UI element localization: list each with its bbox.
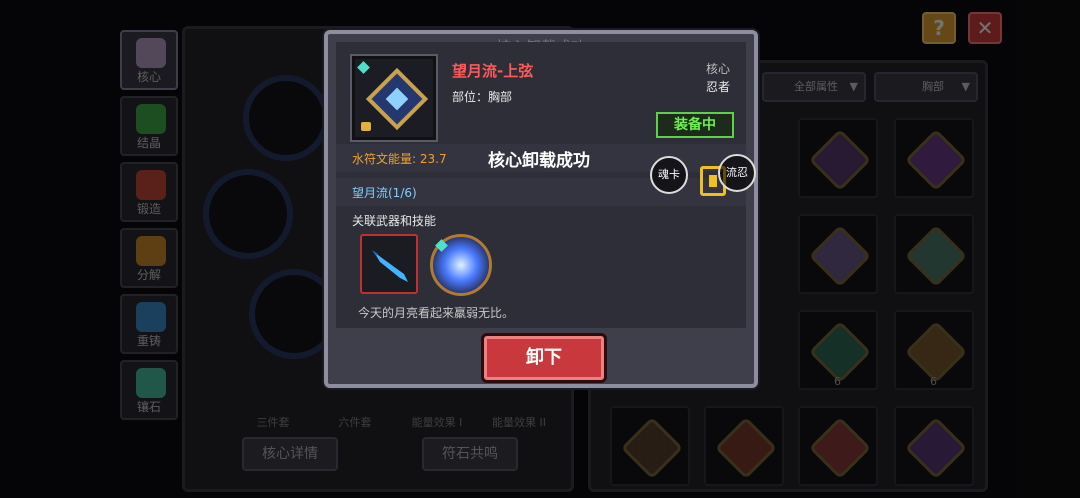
core-gem-icon xyxy=(714,416,778,480)
inlay-icon xyxy=(136,368,166,398)
forge-icon xyxy=(136,170,166,200)
sidebar-item-label: 重铸 xyxy=(136,334,161,348)
core-icon xyxy=(136,38,166,68)
tab-energy-effect-1[interactable]: 能量效果 I xyxy=(396,414,478,430)
core-grid-item[interactable]: 6 xyxy=(798,310,878,390)
core-gem-icon xyxy=(808,224,872,288)
filter-label: 全部属性 xyxy=(794,80,838,93)
tab-six-piece[interactable]: 六件套 xyxy=(314,414,396,430)
soul-card-button[interactable]: 魂卡 xyxy=(650,156,688,194)
tab-three-piece[interactable]: 三件套 xyxy=(232,414,314,430)
core-grid-item[interactable] xyxy=(798,214,878,294)
related-skill-icon[interactable] xyxy=(430,234,492,296)
lock-icon[interactable] xyxy=(361,122,371,131)
core-gem-icon xyxy=(808,128,872,192)
attribute-filter-dropdown[interactable]: 全部属性 ▼ xyxy=(762,72,866,102)
item-class: 忍者 xyxy=(705,80,730,94)
rune-energy: 水符文能量: 23.7 xyxy=(352,152,447,166)
gem-badge-icon xyxy=(357,61,370,74)
core-gem-icon xyxy=(904,320,968,384)
sidebar-item-label: 核心 xyxy=(136,70,161,84)
level-label: 6 xyxy=(834,375,841,388)
item-part: 部位：胸部 xyxy=(452,90,513,104)
core-gem-icon xyxy=(808,320,872,384)
core-grid-item[interactable] xyxy=(704,406,784,486)
gem-badge-icon xyxy=(435,239,448,252)
related-weapon-icon[interactable] xyxy=(360,234,418,294)
item-description: 今天的月亮看起来羸弱无比。 xyxy=(358,306,515,320)
core-detail-modal: 核心卸载成功 望月流-上弦 部位：胸部 核心 忍者 装备中 水符文能量: 23.… xyxy=(324,30,758,388)
sidebar-item-recast[interactable]: 重铸 xyxy=(120,294,178,354)
sidebar: 核心 结晶 锻造 分解 重铸 镶石 xyxy=(120,30,180,426)
equipment-slot[interactable] xyxy=(243,75,329,161)
core-grid-item[interactable]: 6 xyxy=(894,310,974,390)
sidebar-item-disassemble[interactable]: 分解 xyxy=(120,228,178,288)
sidebar-item-label: 镶石 xyxy=(136,400,161,414)
chevron-down-icon: ▼ xyxy=(849,80,858,93)
level-label: 6 xyxy=(930,375,937,388)
sidebar-item-label: 结晶 xyxy=(136,136,161,150)
sidebar-item-inlay[interactable]: 镶石 xyxy=(120,360,178,420)
core-gem-icon xyxy=(620,416,684,480)
item-icon-frame xyxy=(350,54,438,142)
sidebar-item-core[interactable]: 核心 xyxy=(120,30,178,90)
sidebar-item-label: 分解 xyxy=(136,268,161,282)
core-gem-icon xyxy=(904,416,968,480)
equipment-slot[interactable] xyxy=(203,169,293,259)
related-label: 关联武器和技能 xyxy=(352,214,437,228)
recast-icon xyxy=(136,302,166,332)
blade-icon xyxy=(372,250,408,282)
disassemble-icon xyxy=(136,236,166,266)
chevron-down-icon: ▼ xyxy=(961,80,970,93)
core-grid-item[interactable] xyxy=(894,118,974,198)
core-gem-icon xyxy=(904,128,968,192)
core-grid-item[interactable] xyxy=(798,118,878,198)
tab-energy-effect-2[interactable]: 能量效果 II xyxy=(478,414,560,430)
set-tabs: 三件套 六件套 能量效果 I 能量效果 II xyxy=(232,414,560,430)
core-grid-item[interactable] xyxy=(610,406,690,486)
item-name: 望月流-上弦 xyxy=(452,62,534,80)
crystal-icon xyxy=(136,104,166,134)
core-item-icon xyxy=(365,67,429,131)
core-gem-icon xyxy=(808,416,872,480)
part-filter-dropdown[interactable]: 胸部 ▼ xyxy=(874,72,978,102)
ninja-flow-button[interactable]: 流忍 xyxy=(718,154,756,192)
equipped-badge: 装备中 xyxy=(656,112,734,138)
close-button[interactable]: ✕ xyxy=(968,12,1002,44)
core-grid-item[interactable] xyxy=(798,406,878,486)
core-grid-item[interactable] xyxy=(894,214,974,294)
sidebar-item-crystal[interactable]: 结晶 xyxy=(120,96,178,156)
rune-resonance-button[interactable]: 符石共鸣 xyxy=(422,437,518,471)
core-detail-button[interactable]: 核心详情 xyxy=(242,437,338,471)
help-button[interactable]: ? xyxy=(922,12,956,44)
set-name: 望月流(1/6) xyxy=(352,186,417,200)
unload-button[interactable]: 卸下 xyxy=(484,336,604,380)
sidebar-item-forge[interactable]: 锻造 xyxy=(120,162,178,222)
item-type: 核心 xyxy=(705,62,730,76)
filter-label: 胸部 xyxy=(922,80,944,93)
core-grid-item[interactable] xyxy=(894,406,974,486)
sidebar-item-label: 锻造 xyxy=(136,202,161,216)
core-gem-icon xyxy=(904,224,968,288)
toast-message: 核心卸载成功 xyxy=(488,151,590,171)
